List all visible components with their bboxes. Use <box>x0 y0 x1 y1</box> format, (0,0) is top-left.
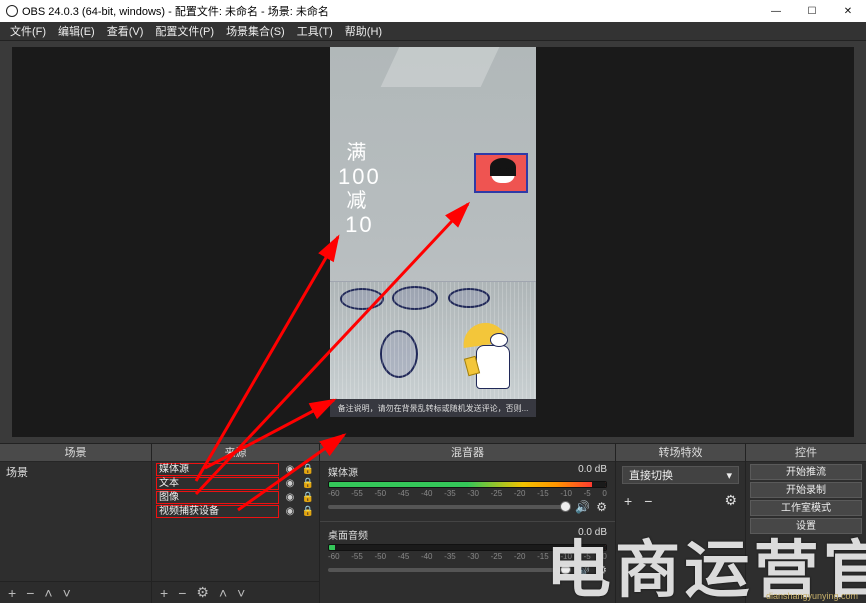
mixer-source-name: 媒体源 <box>328 464 358 479</box>
preview-workspace: 满 100 减 10 <box>0 40 866 443</box>
window-title: OBS 24.0.3 (64-bit, windows) - 配置文件: 未命名… <box>22 3 329 19</box>
source-label: 媒体源 <box>156 463 279 476</box>
text-source-overlay: 满 100 减 10 <box>338 141 381 237</box>
preview-canvas[interactable]: 满 100 减 10 <box>12 47 854 437</box>
media-source-overlay <box>330 281 536 399</box>
source-up-button[interactable]: ˄ <box>219 585 227 601</box>
scenes-header: 场景 <box>0 444 151 462</box>
source-label: 文本 <box>156 477 279 490</box>
scene-item[interactable]: 场景 <box>0 462 151 482</box>
visibility-toggle-icon[interactable]: ◉ <box>283 478 297 489</box>
source-row-image[interactable]: 图像 ◉ 🔒 <box>152 490 319 504</box>
transitions-header: 转场特效 <box>616 444 745 462</box>
source-add-button[interactable]: + <box>160 585 168 601</box>
source-label: 图像 <box>156 491 279 504</box>
transition-add-button[interactable]: + <box>624 493 632 509</box>
source-row-video-capture[interactable]: 视频捕获设备 ◉ 🔒 <box>152 504 319 518</box>
speaker-icon[interactable]: 🔊 <box>575 500 590 514</box>
scene-up-button[interactable]: ˄ <box>44 585 52 601</box>
menu-scenes[interactable]: 场景集合(S) <box>222 23 289 39</box>
scene-down-button[interactable]: ˅ <box>63 585 71 601</box>
volume-slider[interactable] <box>328 505 569 509</box>
menubar: 文件(F) 编辑(E) 查看(V) 配置文件(P) 场景集合(S) 工具(T) … <box>0 22 866 40</box>
scene-remove-button[interactable]: − <box>26 585 34 601</box>
visibility-toggle-icon[interactable]: ◉ <box>283 492 297 503</box>
sources-header: 来源 <box>152 444 319 462</box>
mixer-header: 混音器 <box>320 444 615 462</box>
source-down-button[interactable]: ˅ <box>237 585 245 601</box>
maximize-button[interactable]: ☐ <box>794 0 830 22</box>
lock-toggle-icon[interactable]: 🔒 <box>301 506 315 517</box>
sources-panel: 来源 媒体源 ◉ 🔒 文本 ◉ 🔒 图像 ◉ 🔒 视频 <box>152 444 320 603</box>
studio-mode-button[interactable]: 工作室模式 <box>750 500 862 516</box>
menu-profile[interactable]: 配置文件(P) <box>151 23 218 39</box>
watermark-url: dianshangyunying.com <box>766 591 858 601</box>
lock-toggle-icon[interactable]: 🔒 <box>301 492 315 503</box>
source-remove-button[interactable]: − <box>178 585 186 601</box>
transition-select[interactable]: 直接切换 ▾ <box>622 466 739 484</box>
lock-toggle-icon[interactable]: 🔒 <box>301 464 315 475</box>
transition-remove-button[interactable]: − <box>644 493 652 509</box>
visibility-toggle-icon[interactable]: ◉ <box>283 506 297 517</box>
transition-settings-button[interactable]: ⚙ <box>724 492 737 509</box>
audio-meter <box>328 481 607 488</box>
app-icon <box>6 5 18 17</box>
scene-add-button[interactable]: + <box>8 585 16 601</box>
source-settings-button[interactable]: ⚙ <box>196 584 209 601</box>
mixer-db-value: 0.0 dB <box>578 464 607 479</box>
source-row-text[interactable]: 文本 ◉ 🔒 <box>152 476 319 490</box>
preview-caption: 备注说明，请勿在背景乱转标或随机发送评论，否则... <box>330 399 536 417</box>
menu-tools[interactable]: 工具(T) <box>293 23 337 39</box>
source-label: 视频捕获设备 <box>156 505 279 518</box>
controls-header: 控件 <box>746 444 866 462</box>
minimize-button[interactable]: — <box>758 0 794 22</box>
source-row-media[interactable]: 媒体源 ◉ 🔒 <box>152 462 319 476</box>
volume-slider[interactable] <box>328 568 569 572</box>
start-recording-button[interactable]: 开始录制 <box>750 482 862 498</box>
menu-edit[interactable]: 编辑(E) <box>54 23 99 39</box>
image-source-overlay <box>474 153 528 193</box>
visibility-toggle-icon[interactable]: ◉ <box>283 464 297 475</box>
menu-view[interactable]: 查看(V) <box>103 23 148 39</box>
chevron-down-icon: ▾ <box>726 469 732 482</box>
scenes-panel: 场景 场景 + − ˄ ˅ <box>0 444 152 603</box>
menu-file[interactable]: 文件(F) <box>6 23 50 39</box>
transition-selected: 直接切换 <box>629 467 673 483</box>
mixer-item-media: 媒体源 0.0 dB -60-55-50-45-40-35-30-25-20-1… <box>320 462 615 518</box>
start-streaming-button[interactable]: 开始推流 <box>750 464 862 480</box>
menu-help[interactable]: 帮助(H) <box>341 23 386 39</box>
close-button[interactable]: ✕ <box>830 0 866 22</box>
window-titlebar: OBS 24.0.3 (64-bit, windows) - 配置文件: 未命名… <box>0 0 866 22</box>
lock-toggle-icon[interactable]: 🔒 <box>301 478 315 489</box>
gear-icon[interactable]: ⚙ <box>596 500 607 514</box>
mixer-ticks: -60-55-50-45-40-35-30-25-20-15-10-50 <box>328 489 607 498</box>
preview-content: 满 100 减 10 <box>330 47 536 417</box>
mixer-source-name: 桌面音频 <box>328 527 368 542</box>
